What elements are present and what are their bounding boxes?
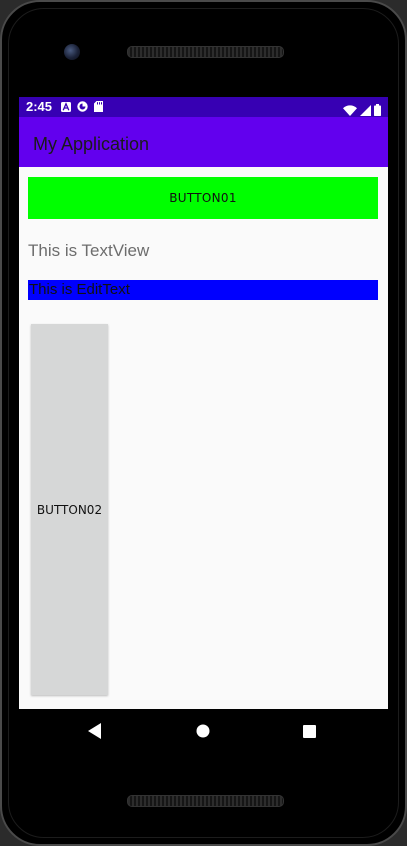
status-notification-icons [61, 101, 103, 112]
logo-icon [77, 101, 88, 112]
sd-card-icon [94, 101, 103, 112]
button02[interactable]: BUTTON02 [31, 324, 108, 695]
a-letter-icon [61, 101, 71, 112]
navigation-bar [19, 709, 388, 753]
bottom-speaker-grille [127, 795, 284, 807]
front-camera [64, 44, 80, 60]
status-time: 2:45 [26, 99, 53, 114]
home-icon[interactable] [193, 721, 213, 741]
app-title: My Application [33, 134, 150, 154]
edit-text-field[interactable] [28, 280, 378, 300]
app-bar: My Application [19, 117, 388, 167]
status-bar: 2:45 [19, 97, 388, 117]
top-speaker-grille [127, 46, 284, 58]
device-screen: 2:45 My Application BUTTON01 This is Tex… [19, 97, 388, 709]
recents-icon[interactable] [299, 721, 319, 741]
text-view: This is TextView [28, 241, 150, 260]
back-icon[interactable] [85, 721, 105, 741]
button01[interactable]: BUTTON01 [28, 177, 378, 219]
phone-frame: 2:45 My Application BUTTON01 This is Tex… [0, 0, 407, 846]
